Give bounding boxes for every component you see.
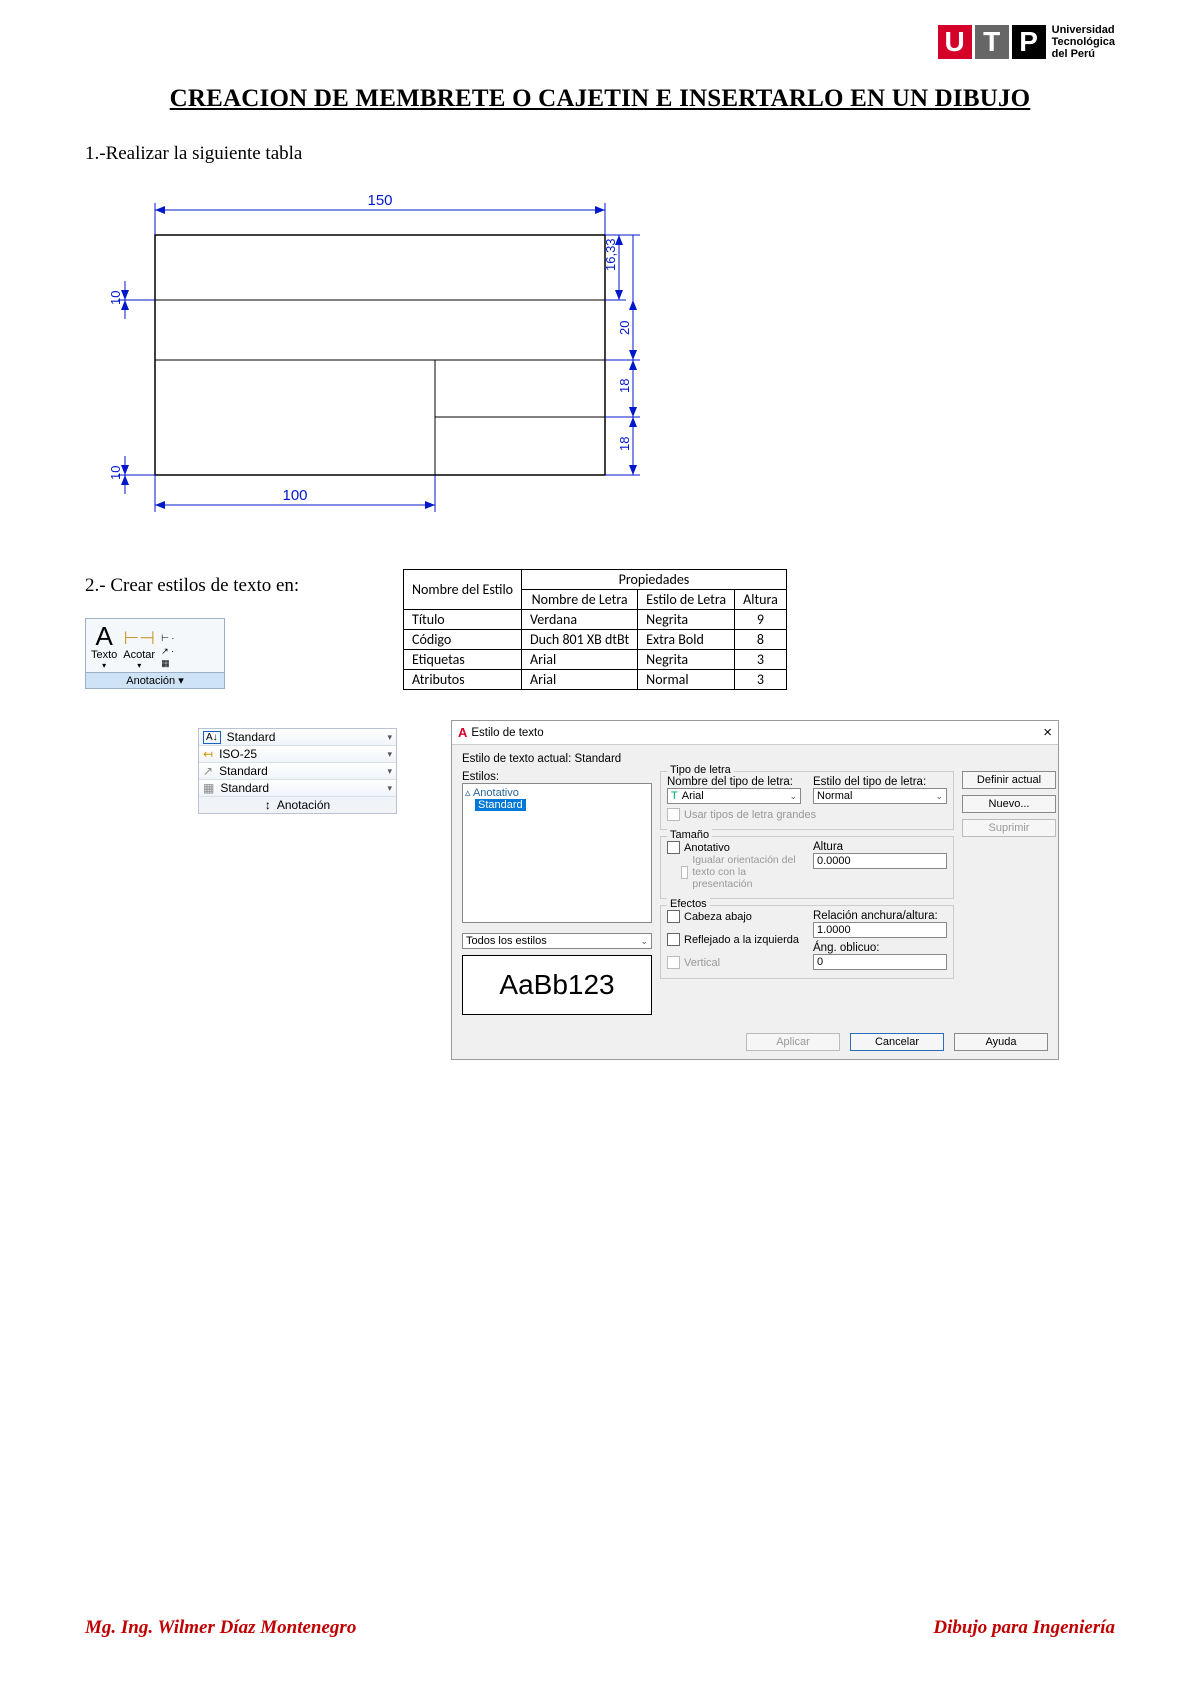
autocad-a-icon: A [458,725,467,740]
th-height: Altura [735,590,787,610]
svg-text:150: 150 [367,192,392,209]
footer-course: Dibujo para Ingeniería [933,1617,1115,1639]
th-font-name: Nombre de Letra [522,590,638,610]
logo-text-2: Tecnológica [1052,36,1115,48]
svg-text:16,33: 16,33 [603,238,618,271]
current-style-label: Estilo de texto actual: Standard [462,753,1048,765]
table-style-dropdown[interactable]: ▦Standard▾ [199,780,396,797]
text-style-dropdown[interactable]: A↓Standard▾ [199,729,396,746]
logo-u: U [938,25,972,59]
dimension-tool-label: Acotar [123,649,155,661]
width-factor-input[interactable]: 1.0000 [813,922,947,938]
annotation-ribbon-panel: A Texto ▾ ⊢⊣ Acotar ▾ ⊢ ·↗ ·▦ Anotación … [85,618,225,689]
mini-tools[interactable]: ⊢ ·↗ ·▦ [158,623,177,670]
list-item: ▵ Anotativo [465,786,649,799]
footer-author: Mg. Ing. Wilmer Díaz Montenegro [85,1617,356,1639]
match-orient-checkbox: Igualar orientación del texto con la pre… [681,854,801,890]
font-name-label: Nombre del tipo de letra: [667,776,801,788]
font-name-combo[interactable]: TArial⌄ [667,788,801,804]
width-factor-label: Relación anchura/altura: [813,910,947,922]
text-style-dialog: A Estilo de texto × Estilo de texto actu… [451,720,1059,1060]
svg-text:18: 18 [617,437,632,451]
upside-down-checkbox[interactable]: Cabeza abajo [667,910,801,923]
font-style-combo[interactable]: Normal⌄ [813,788,947,804]
bigfont-checkbox: Usar tipos de letra grandes [667,808,947,821]
logo-t: T [975,25,1009,59]
text-tool-button[interactable]: A Texto ▾ [88,623,120,670]
effects-group: Efectos [667,898,710,910]
th-properties: Propiedades [522,570,787,590]
step-2: 2.- Crear estilos de texto en: [85,575,385,597]
backwards-checkbox[interactable]: Reflejado a la izquierda [667,933,801,946]
height-label: Altura [813,841,947,853]
font-style-label: Estilo del tipo de letra: [813,776,947,788]
text-styles-spec-table: Nombre del EstiloPropiedades Nombre de L… [403,569,787,690]
size-group: Tamaño [667,829,712,841]
table-row: TítuloVerdanaNegrita9 [404,610,787,630]
apply-button: Aplicar [746,1033,840,1051]
list-item-selected: Standard [475,799,526,811]
svg-text:100: 100 [282,487,307,504]
dialog-title: Estilo de texto [471,727,543,739]
set-current-button[interactable]: Definir actual [962,771,1056,789]
delete-button: Suprimir [962,819,1056,837]
svg-text:18: 18 [617,379,632,393]
table-row: CódigoDuch 801 XB dtBtExtra Bold8 [404,630,787,650]
table-row: EtiquetasArialNegrita3 [404,650,787,670]
annotation-style-dropdowns: A↓Standard▾ ↤ISO-25▾ ↗Standard▾ ▦Standar… [198,728,397,814]
th-style-name: Nombre del Estilo [404,570,522,610]
styles-listbox[interactable]: ▵ Anotativo Standard [462,783,652,923]
help-button[interactable]: Ayuda [954,1033,1048,1051]
dim-style-dropdown[interactable]: ↤ISO-25▾ [199,746,396,763]
style-filter-combo[interactable]: Todos los estilos⌄ [462,933,652,949]
logo-p: P [1012,25,1046,59]
logo-text-1: Universidad [1052,24,1115,36]
th-font-style: Estilo de Letra [638,590,735,610]
page-title: CREACION DE MEMBRETE O CAJETIN E INSERTA… [85,85,1115,113]
dimension-tool-button[interactable]: ⊢⊣ Acotar ▾ [120,623,158,670]
style-preview: AaBb123 [462,955,652,1015]
logo-text-3: del Perú [1052,48,1115,60]
annotation-panel-footer[interactable]: ↕Anotación [199,797,396,813]
font-group: Tipo de letra [667,764,734,776]
title-block-diagram: 150 100 16,33 20 18 18 [85,185,1115,535]
annotation-panel-label[interactable]: Anotación ▾ [86,672,224,688]
vertical-checkbox: Vertical [667,956,801,969]
step-1: 1.-Realizar la siguiente tabla [85,143,1115,165]
styles-label: Estilos: [462,771,652,783]
oblique-input[interactable]: 0 [813,954,947,970]
cancel-button[interactable]: Cancelar [850,1033,944,1051]
table-row: AtributosArialNormal3 [404,670,787,690]
height-input[interactable]: 0.0000 [813,853,947,869]
mleader-style-dropdown[interactable]: ↗Standard▾ [199,763,396,780]
new-button[interactable]: Nuevo... [962,795,1056,813]
text-tool-label: Texto [91,649,117,661]
oblique-label: Áng. oblicuo: [813,942,947,954]
close-icon[interactable]: × [1043,724,1052,741]
svg-text:10: 10 [108,466,123,480]
svg-text:20: 20 [617,321,632,335]
annotative-checkbox[interactable]: Anotativo [667,841,801,854]
utp-logo: U T P Universidad Tecnológica del Perú [938,24,1115,60]
svg-text:10: 10 [108,291,123,305]
